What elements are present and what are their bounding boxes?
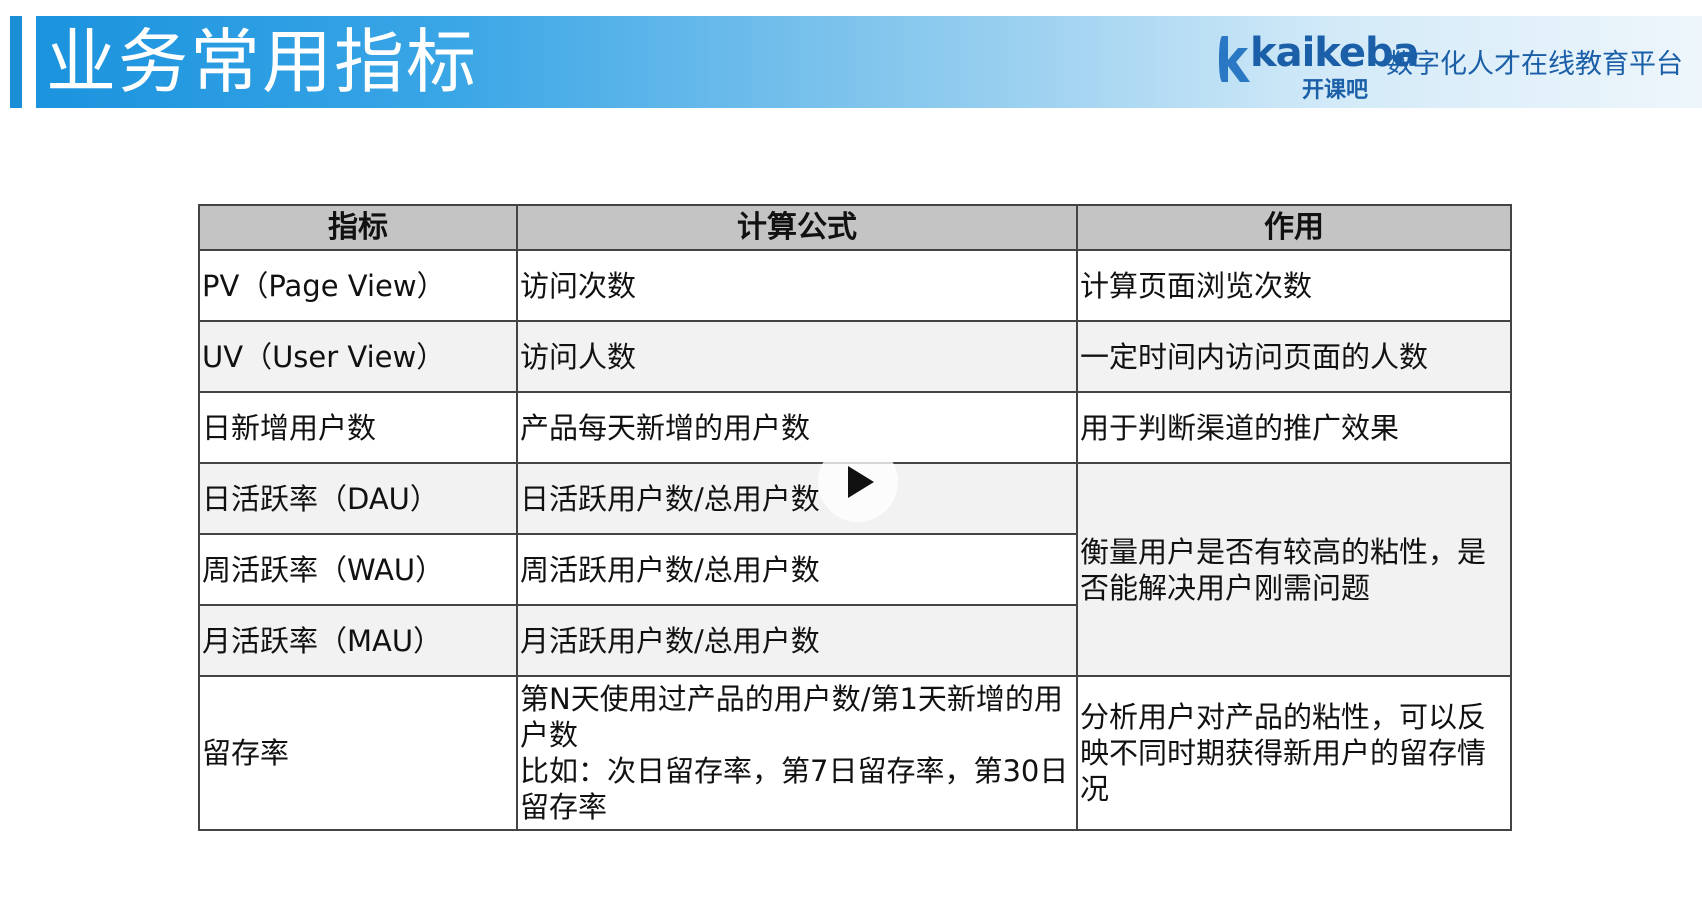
- play-button[interactable]: [818, 442, 898, 522]
- metric-cell: 周活跃率（WAU）: [198, 533, 518, 606]
- play-icon: [848, 466, 874, 498]
- formula-line: 第N天使用过产品的用户数/第1天新增的用户数: [520, 682, 1063, 752]
- brand-logo: kaikeba 开课吧 数字化人才在线教育平台: [1214, 28, 1694, 103]
- formula-cell: 月活跃用户数/总用户数: [516, 604, 1078, 677]
- column-header-purpose: 作用: [1076, 204, 1512, 251]
- metric-cell: 日新增用户数: [198, 391, 518, 464]
- formula-cell: 日活跃用户数/总用户数: [516, 462, 1078, 535]
- purpose-cell: 一定时间内访问页面的人数: [1076, 320, 1512, 393]
- formula-cell: 访问次数: [516, 249, 1078, 322]
- page-title: 业务常用指标: [46, 21, 478, 103]
- column-header-formula: 计算公式: [516, 204, 1078, 251]
- brand-slogan: 数字化人才在线教育平台: [1386, 49, 1683, 80]
- metric-cell: 月活跃率（MAU）: [198, 604, 518, 677]
- formula-cell: 访问人数: [516, 320, 1078, 393]
- purpose-cell: 用于判断渠道的推广效果: [1076, 391, 1512, 464]
- metric-cell: 日活跃率（DAU）: [198, 462, 518, 535]
- metric-cell: UV（User View）: [198, 320, 518, 393]
- purpose-cell: 计算页面浏览次数: [1076, 249, 1512, 322]
- metric-cell: 留存率: [198, 675, 518, 831]
- table-row: PV（Page View） 访问次数 计算页面浏览次数: [198, 249, 1512, 322]
- header-accent-stripe: [10, 16, 22, 108]
- column-header-metric: 指标: [198, 204, 518, 251]
- table-row: UV（User View） 访问人数 一定时间内访问页面的人数: [198, 320, 1512, 393]
- formula-cell: 产品每天新增的用户数: [516, 391, 1078, 464]
- purpose-cell: 分析用户对产品的粘性，可以反映不同时期获得新用户的留存情况: [1076, 675, 1512, 831]
- formula-example-line: 比如：次日留存率，第7日留存率，第30日留存率: [520, 754, 1069, 824]
- formula-cell: 第N天使用过产品的用户数/第1天新增的用户数 比如：次日留存率，第7日留存率，第…: [516, 675, 1078, 831]
- metric-cell: PV（Page View）: [198, 249, 518, 322]
- brand-name-cn: 开课吧: [1302, 78, 1369, 103]
- merged-purpose-cell: 衡量用户是否有较高的粘性，是否能解决用户刚需问题: [1076, 462, 1512, 677]
- table-header-row: 指标 计算公式 作用: [198, 204, 1512, 251]
- table-row: 留存率 第N天使用过产品的用户数/第1天新增的用户数 比如：次日留存率，第7日留…: [198, 675, 1512, 831]
- formula-cell: 周活跃用户数/总用户数: [516, 533, 1078, 606]
